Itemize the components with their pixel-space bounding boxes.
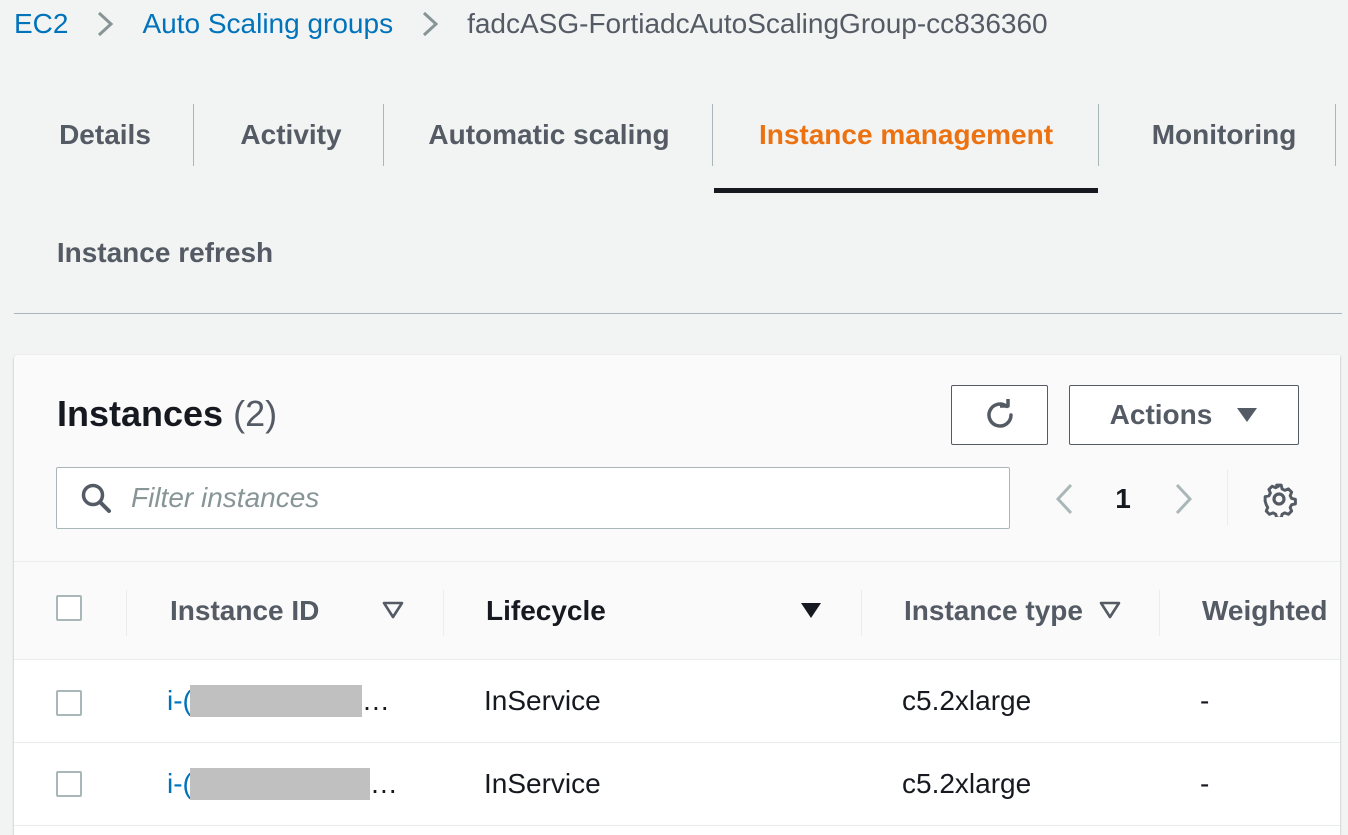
instance-id-cell: i-( … [167, 743, 398, 825]
tab-divider [1098, 104, 1099, 166]
column-weighted[interactable]: Weighted [1202, 562, 1327, 659]
table-row[interactable]: i-( … InService c5.2xlarge - [14, 743, 1340, 826]
tab-instance-management[interactable]: Instance management [734, 105, 1078, 165]
sort-descending-icon[interactable] [800, 600, 822, 620]
lifecycle-cell: InService [484, 768, 601, 799]
redacted-block [189, 768, 370, 800]
instance-id-cell: i-( … [167, 660, 390, 742]
filter-field[interactable] [56, 467, 1010, 529]
sort-icon[interactable] [1099, 600, 1121, 620]
gear-icon [1261, 481, 1297, 517]
instances-title: Instances [57, 393, 224, 434]
next-page-button[interactable] [1170, 479, 1198, 519]
panel-header: Instances (2) Actions Filter instances 1 [14, 355, 1340, 562]
lifecycle-cell: InService [484, 685, 601, 716]
actions-dropdown-button[interactable]: Actions [1069, 385, 1299, 445]
caret-down-icon [1236, 406, 1258, 424]
instances-count: (2) [233, 393, 278, 434]
refresh-button[interactable] [951, 385, 1048, 445]
instance-id-link[interactable]: i-( [167, 768, 192, 800]
chevron-right-icon [1175, 483, 1193, 515]
row-checkbox[interactable] [56, 771, 82, 797]
breadcrumb-current: fadcASG-FortiadcAutoScalingGroup-cc83636… [467, 8, 1048, 39]
filter-instances-input[interactable] [129, 481, 953, 515]
breadcrumb: EC2 Auto Scaling groups fadcASG-Fortiadc… [14, 6, 1048, 42]
tab-instance-refresh[interactable]: Instance refresh [44, 223, 286, 283]
breadcrumb-ec2-link[interactable]: EC2 [14, 8, 68, 40]
panel-title: Instances (2) [57, 393, 277, 435]
search-icon [79, 481, 113, 515]
tabs-divider [14, 313, 1342, 314]
tab-details[interactable]: Details [44, 105, 166, 165]
table-header: Instance ID Lifecycle Instance type Weig… [14, 562, 1340, 660]
refresh-icon [982, 397, 1018, 433]
tab-activity[interactable]: Activity [224, 105, 358, 165]
chevron-right-icon [68, 9, 142, 39]
column-lifecycle[interactable]: Lifecycle [486, 562, 606, 659]
truncation-ellipsis: … [361, 685, 390, 716]
actions-label: Actions [1109, 399, 1213, 430]
instances-panel: Instances (2) Actions Filter instances 1… [14, 355, 1340, 835]
tab-divider [193, 104, 194, 166]
instance-type-cell: c5.2xlarge [902, 768, 1032, 799]
redacted-block [189, 685, 362, 717]
page-number-button[interactable]: 1 [1110, 479, 1136, 519]
select-all-checkbox[interactable] [56, 595, 82, 621]
column-divider [1159, 590, 1160, 636]
instance-type-cell: c5.2xlarge [902, 685, 1032, 716]
chevron-left-icon [1055, 483, 1073, 515]
active-tab-indicator [714, 188, 1098, 193]
instance-id-link[interactable]: i-( [167, 685, 192, 717]
previous-page-button[interactable] [1050, 479, 1078, 519]
breadcrumb-asg-link[interactable]: Auto Scaling groups [142, 8, 393, 40]
column-instance-type[interactable]: Instance type [904, 562, 1083, 659]
weighted-cell: - [1200, 685, 1210, 716]
tab-divider [1335, 104, 1336, 166]
column-divider [126, 590, 127, 636]
truncation-ellipsis: … [369, 768, 398, 799]
weighted-cell: - [1200, 768, 1210, 799]
table-row[interactable]: i-( … InService c5.2xlarge - [14, 660, 1340, 743]
sort-icon[interactable] [382, 600, 404, 620]
tab-monitoring[interactable]: Monitoring [1124, 105, 1324, 165]
tab-automatic-scaling[interactable]: Automatic scaling [414, 105, 684, 165]
column-divider [443, 590, 444, 636]
preferences-button[interactable] [1259, 479, 1299, 519]
column-instance-id[interactable]: Instance ID [170, 562, 319, 659]
tab-divider [383, 104, 384, 166]
chevron-right-icon [393, 9, 467, 39]
row-checkbox[interactable] [56, 690, 82, 716]
pager-divider [1227, 469, 1228, 525]
column-divider [861, 590, 862, 636]
tab-divider [712, 104, 713, 166]
